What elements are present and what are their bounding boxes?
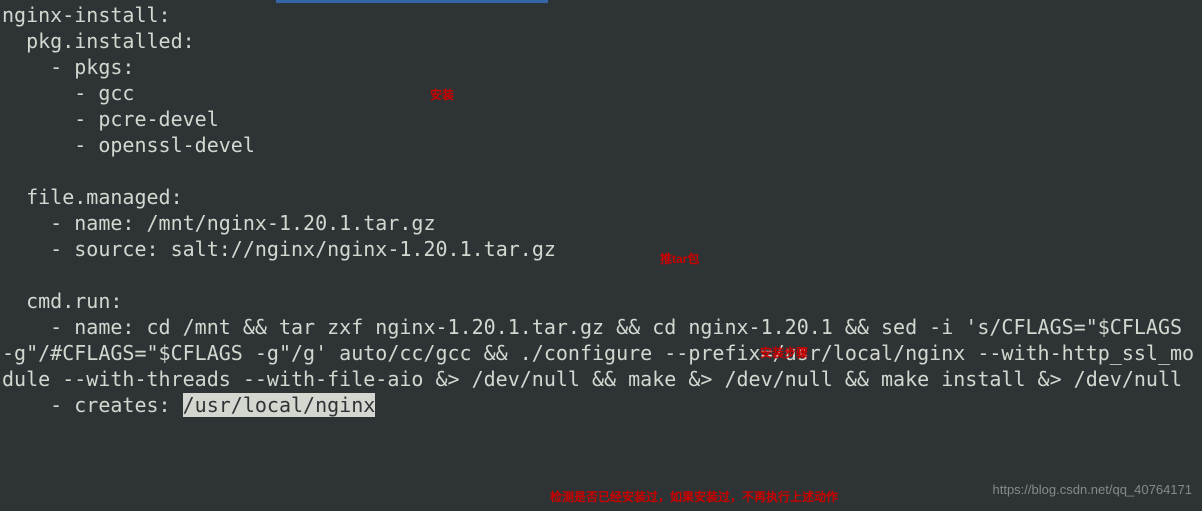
code-line: - pcre-devel <box>2 107 219 131</box>
annotation-steps: 安装步骤 <box>760 346 808 362</box>
terminal-output: nginx-install: pkg.installed: - pkgs: - … <box>0 0 1202 418</box>
code-line: nginx-install: <box>2 3 171 27</box>
code-line: - source: salt://nginx/nginx-1.20.1.tar.… <box>2 237 556 261</box>
code-line: file.managed: <box>2 185 183 209</box>
code-line: - gcc <box>2 81 134 105</box>
annotation-install: 安装 <box>430 88 454 104</box>
annotation-tar: 推tar包 <box>660 252 699 268</box>
code-line: - creates: <box>2 393 183 417</box>
watermark-text: https://blog.csdn.net/qq_40764171 <box>993 482 1193 499</box>
annotation-check: 检测是否已经安装过，如果安装过，不再执行上述动作 <box>550 490 838 506</box>
code-line: cmd.run: <box>2 289 122 313</box>
code-line: - pkgs: <box>2 55 134 79</box>
code-line: - openssl-devel <box>2 133 255 157</box>
code-line: pkg.installed: <box>2 29 195 53</box>
code-line: - name: cd /mnt && tar zxf nginx-1.20.1.… <box>2 315 1194 391</box>
code-line: - name: /mnt/nginx-1.20.1.tar.gz <box>2 211 435 235</box>
highlighted-path: /usr/local/nginx <box>183 393 376 417</box>
